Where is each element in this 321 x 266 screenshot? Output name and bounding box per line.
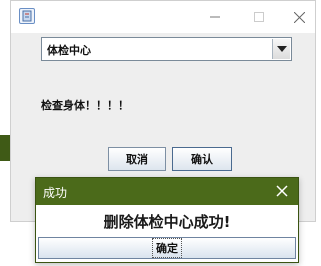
title-bar	[11, 1, 315, 33]
check-label: 检查身体！！！！	[41, 99, 129, 112]
minimize-icon	[210, 16, 220, 18]
dialog-title: 成功	[43, 186, 68, 200]
maximize-icon	[254, 12, 264, 22]
close-icon	[293, 11, 305, 23]
close-icon	[276, 185, 288, 197]
dialog-title-bar: 成功	[36, 178, 298, 205]
maximize-button[interactable]	[245, 5, 273, 29]
cancel-button[interactable]: 取消	[108, 147, 166, 171]
dialog-close-button[interactable]	[274, 183, 290, 199]
confirm-button[interactable]: 确认	[172, 147, 232, 171]
ok-button-label: 确定	[152, 238, 182, 258]
ok-button[interactable]: 确定	[38, 237, 296, 259]
center-select-value: 体检中心	[47, 44, 91, 57]
chevron-down-icon	[277, 46, 287, 52]
app-icon	[19, 8, 35, 24]
minimize-button[interactable]	[201, 5, 229, 29]
dropdown-button[interactable]	[272, 39, 290, 59]
close-button[interactable]	[285, 5, 313, 29]
center-select[interactable]: 体检中心	[41, 37, 292, 61]
dialog-message: 删除体检中心成功!	[103, 213, 231, 231]
screen: 体检中心 检查身体！！！！ 取消 确认 成功 删除体检中心成功! 确定	[0, 0, 321, 266]
success-dialog: 成功 删除体检中心成功! 确定	[35, 177, 299, 263]
background-window-strip	[0, 135, 10, 161]
